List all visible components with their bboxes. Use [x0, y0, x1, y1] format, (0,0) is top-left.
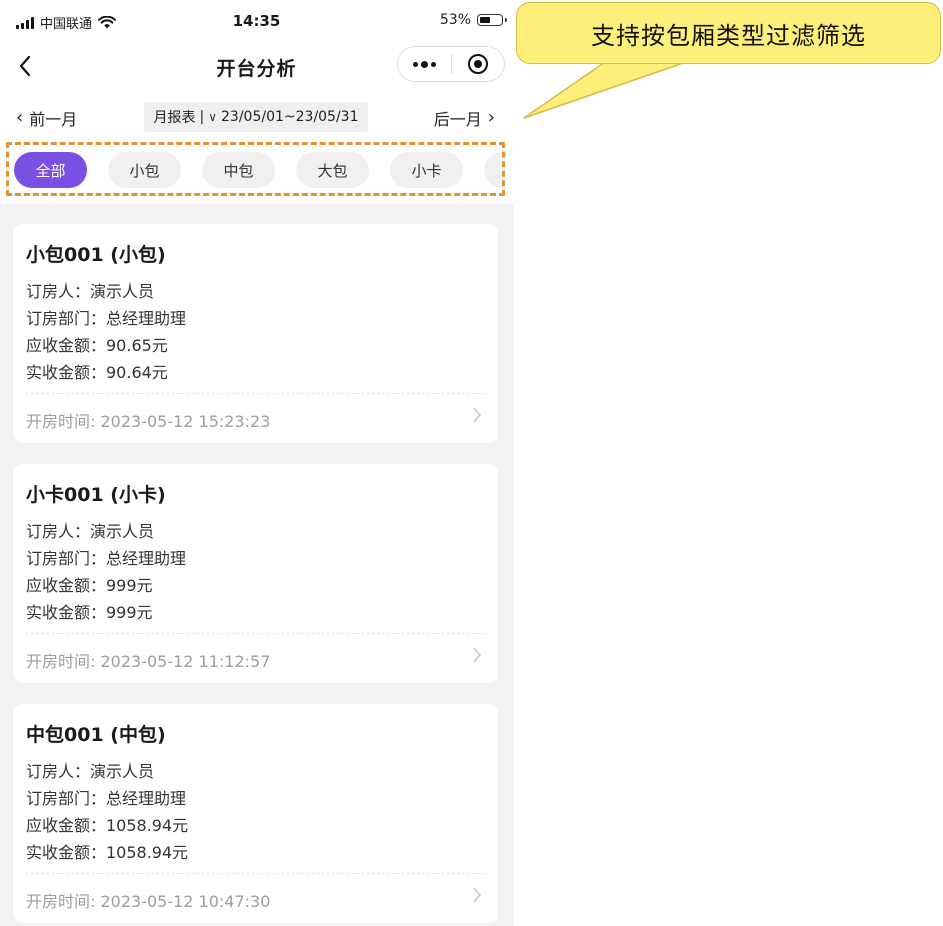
period-select[interactable]: 月报表 | ∨ 23/05/01~23/05/31: [144, 102, 368, 132]
next-month-button[interactable]: 后一月 ›: [434, 106, 495, 130]
record-department: 订房部门：总经理助理: [26, 549, 187, 568]
close-target-icon[interactable]: [452, 46, 504, 82]
chevron-right-icon: [473, 647, 481, 663]
record-divider: [26, 873, 485, 874]
callout-annotation: 支持按包厢类型过滤筛选: [516, 2, 941, 64]
record-divider: [26, 633, 485, 634]
chevron-right-icon: [473, 407, 481, 423]
record-received: 实收金额：1058.94元: [26, 843, 189, 862]
filter-chip-large-room[interactable]: 大包: [296, 152, 369, 188]
record-received: 实收金额：90.64元: [26, 363, 168, 382]
chevron-right-icon: [473, 887, 481, 903]
record-title: 小卡001 (小卡): [26, 484, 166, 506]
record-details: 订房人：演示人员 订房部门：总经理助理 应收金额：999元 实收金额：999元: [26, 518, 186, 626]
chevron-left-icon: ‹: [16, 107, 24, 128]
month-selector: ‹ 前一月 月报表 | ∨ 23/05/01~23/05/31 后一月 ›: [0, 100, 513, 134]
status-right: 53%: [439, 12, 507, 28]
record-open-time: 开房时间: 2023-05-12 10:47:30: [26, 892, 271, 911]
filter-chip-small-booth[interactable]: 小卡: [390, 152, 463, 188]
filter-chip-all[interactable]: 全部: [14, 152, 87, 188]
record-receivable: 应收金额：999元: [26, 576, 153, 595]
status-bar: 中国联通 14:35 53%: [0, 0, 513, 44]
more-icon[interactable]: [398, 46, 451, 82]
record-details: 订房人：演示人员 订房部门：总经理助理 应收金额：1058.94元 实收金额：1…: [26, 758, 188, 866]
filter-chip-small-room[interactable]: 小包: [108, 152, 181, 188]
filter-chip-medium-room[interactable]: 中包: [202, 152, 275, 188]
battery-percent: 53%: [439, 12, 471, 28]
mini-program-capsule: [397, 46, 505, 82]
record-receivable: 应收金额：1058.94元: [26, 816, 189, 835]
room-type-filter: 全部 小包 中包 大包 小卡: [14, 152, 502, 188]
record-card[interactable]: 小包001 (小包) 订房人：演示人员 订房部门：总经理助理 应收金额：90.6…: [13, 224, 498, 443]
record-card[interactable]: 小卡001 (小卡) 订房人：演示人员 订房部门：总经理助理 应收金额：999元…: [13, 464, 498, 683]
record-title: 小包001 (小包): [26, 244, 166, 266]
battery-icon: [477, 14, 507, 26]
record-open-time: 开房时间: 2023-05-12 11:12:57: [26, 652, 271, 671]
chevron-right-icon: ›: [487, 107, 495, 128]
date-range: 23/05/01~23/05/31: [221, 109, 359, 125]
next-month-label: 后一月: [433, 110, 482, 129]
nav-bar: 开台分析: [0, 44, 513, 88]
filter-chip-more[interactable]: [484, 152, 502, 188]
record-title: 中包001 (中包): [26, 724, 166, 746]
record-booker: 订房人：演示人员: [26, 282, 155, 301]
record-booker: 订房人：演示人员: [26, 522, 155, 541]
record-department: 订房部门：总经理助理: [26, 309, 187, 328]
period-type: 月报表: [153, 110, 196, 126]
status-time: 14:35: [232, 12, 281, 30]
prev-month-button[interactable]: ‹ 前一月: [16, 106, 77, 130]
record-card[interactable]: 中包001 (中包) 订房人：演示人员 订房部门：总经理助理 应收金额：1058…: [13, 704, 498, 923]
prev-month-label: 前一月: [29, 110, 78, 129]
record-details: 订房人：演示人员 订房部门：总经理助理 应收金额：90.65元 实收金额：90.…: [26, 278, 186, 386]
record-divider: [26, 393, 485, 394]
record-received: 实收金额：999元: [26, 603, 153, 622]
record-department: 订房部门：总经理助理: [26, 789, 187, 808]
battery-fill: [479, 16, 491, 23]
caret-down-icon: ∨: [208, 110, 218, 124]
phone-screen: 中国联通 14:35 53% 开台分析 ‹ 前一月 月报表 | ∨ 23/05/…: [0, 0, 513, 926]
record-receivable: 应收金额：90.65元: [26, 336, 168, 355]
record-open-time: 开房时间: 2023-05-12 15:23:23: [26, 412, 271, 431]
record-booker: 订房人：演示人员: [26, 762, 155, 781]
period-separator: |: [199, 109, 205, 125]
